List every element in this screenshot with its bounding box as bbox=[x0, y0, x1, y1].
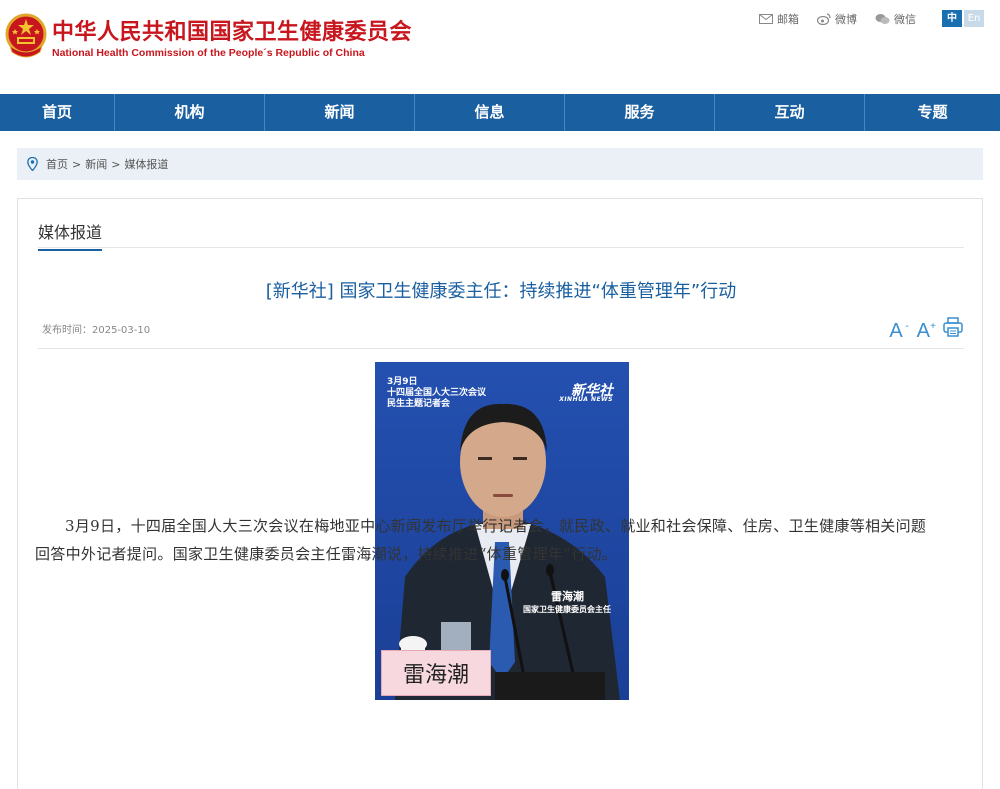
font-increase-label: A bbox=[916, 320, 930, 342]
language-switch: 中 En bbox=[942, 10, 984, 27]
nav-item-news[interactable]: 新闻 bbox=[265, 94, 415, 131]
site-header: 中华人民共和国国家卫生健康委员会 National Health Commiss… bbox=[0, 0, 1000, 94]
breadcrumb-news[interactable]: 新闻 bbox=[85, 156, 107, 172]
weibo-label: 微博 bbox=[835, 12, 857, 26]
lang-cn-button[interactable]: 中 bbox=[942, 10, 962, 27]
nav-item-services[interactable]: 服务 bbox=[565, 94, 715, 131]
article-body-paragraph: 3月9日，十四届全国人大三次会议在梅地亚中心新闻发布厅举行记者会，就民政、就业和… bbox=[35, 517, 927, 563]
location-pin-icon bbox=[27, 157, 38, 171]
site-title-en[interactable]: National Health Commission of the People… bbox=[52, 47, 365, 59]
breadcrumb-separator: > bbox=[111, 157, 121, 171]
print-button[interactable] bbox=[942, 316, 964, 342]
video-caption-date: 3月9日 十四届全国人大三次会议 民生主题记者会 bbox=[387, 377, 486, 410]
video-caption-line3: 民生主题记者会 bbox=[387, 399, 451, 409]
national-emblem-logo[interactable] bbox=[4, 12, 48, 62]
breadcrumb-home[interactable]: 首页 bbox=[46, 156, 68, 172]
article-title: [新华社] 国家卫生健康委主任：持续推进“体重管理年”行动 bbox=[265, 281, 737, 302]
breadcrumb-separator: > bbox=[72, 157, 82, 171]
speaker-nameplate: 雷海潮 bbox=[381, 650, 491, 696]
font-decrease-button[interactable]: A- bbox=[889, 320, 908, 342]
lang-en-button[interactable]: En bbox=[964, 10, 984, 27]
mail-icon bbox=[759, 13, 773, 24]
printer-icon bbox=[943, 317, 963, 337]
site-title-cn[interactable]: 中华人民共和国国家卫生健康委员会 bbox=[52, 14, 412, 46]
wechat-label: 微信 bbox=[894, 12, 916, 26]
mail-label: 邮箱 bbox=[777, 12, 799, 26]
nav-item-topics[interactable]: 专题 bbox=[865, 94, 1000, 131]
font-decrease-label: A bbox=[889, 320, 903, 342]
publish-date-label: 发布时间： bbox=[42, 325, 92, 336]
font-increase-sup: + bbox=[930, 321, 936, 332]
breadcrumb-current[interactable]: 媒体报道 bbox=[124, 156, 168, 172]
nav-item-organization[interactable]: 机构 bbox=[115, 94, 265, 131]
article-container: 媒体报道 [新华社] 国家卫生健康委主任：持续推进“体重管理年”行动 发布时间：… bbox=[17, 198, 983, 789]
speaker-role-caption: 国家卫生健康委员会主任 bbox=[523, 605, 611, 614]
article-tools: A- A + bbox=[881, 316, 964, 342]
meta-divider bbox=[38, 348, 964, 349]
font-decrease-sup: - bbox=[905, 321, 909, 332]
video-caption-line2: 十四届全国人大三次会议 bbox=[387, 388, 487, 398]
main-nav: 首页 机构 新闻 信息 服务 互动 专题 bbox=[0, 94, 1000, 131]
section-divider bbox=[38, 247, 964, 248]
wechat-icon bbox=[875, 13, 890, 24]
font-increase-button[interactable]: A + bbox=[916, 320, 936, 342]
nav-item-home[interactable]: 首页 bbox=[0, 94, 115, 131]
publish-date: 发布时间：2025-03-10 bbox=[42, 321, 150, 336]
breadcrumb: 首页 > 新闻 > 媒体报道 bbox=[17, 148, 983, 180]
xinhua-logo-en: XINHUA NEWS bbox=[559, 396, 613, 403]
header-tools: 邮箱 微博 微信 中 En bbox=[741, 10, 984, 27]
weibo-link[interactable]: 微博 bbox=[817, 11, 857, 27]
weibo-icon bbox=[817, 12, 831, 25]
nav-item-information[interactable]: 信息 bbox=[415, 94, 565, 131]
speaker-name-caption: 雷海潮 bbox=[551, 590, 584, 603]
wechat-link[interactable]: 微信 bbox=[875, 11, 916, 27]
video-caption-line1: 3月9日 bbox=[387, 377, 418, 387]
nav-item-interaction[interactable]: 互动 bbox=[715, 94, 865, 131]
publish-date-value: 2025-03-10 bbox=[92, 325, 151, 336]
mail-link[interactable]: 邮箱 bbox=[759, 11, 799, 27]
